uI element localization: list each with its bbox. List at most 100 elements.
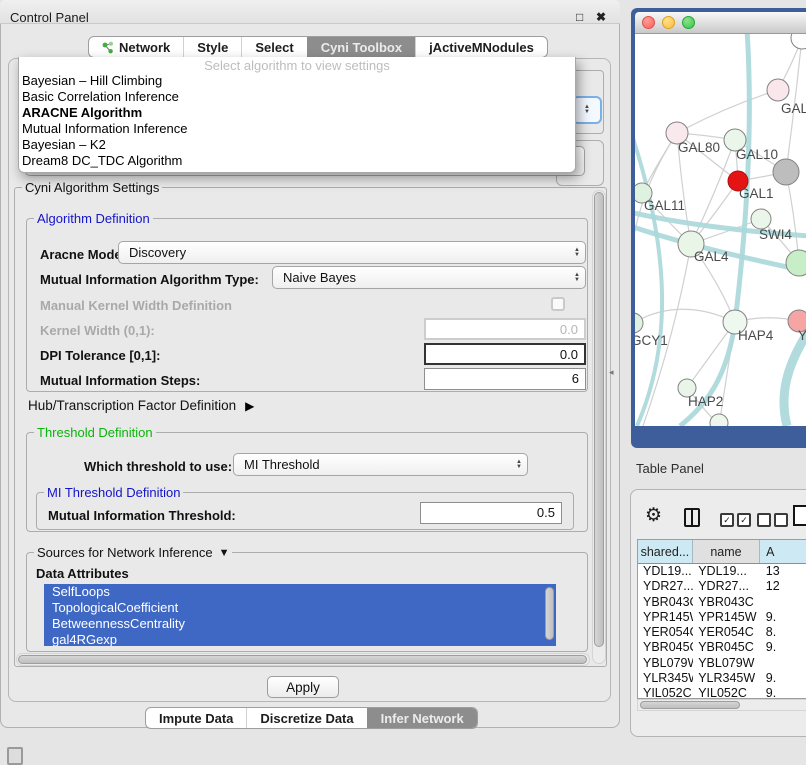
node-table: shared... name A YDL19...YDL19...13 YDR2… bbox=[637, 539, 806, 699]
tab-style[interactable]: Style bbox=[183, 37, 241, 57]
hub-definition-label: Hub/Transcription Factor Definition bbox=[28, 398, 236, 413]
dpi-tolerance-label: DPI Tolerance [0,1]: bbox=[40, 348, 160, 363]
dpi-tolerance-field[interactable]: 0.0 bbox=[424, 343, 586, 365]
kernel-width-field[interactable]: 0.0 bbox=[424, 318, 586, 340]
network-canvas[interactable]: GAL GAL80 GAL10 GAL1 GAL11 SWI4 GAL4 GCY… bbox=[635, 34, 806, 426]
menu-item-bayesian-k2[interactable]: Bayesian – K2 bbox=[19, 137, 575, 153]
menu-item-dream8[interactable]: Dream8 DC_TDC Algorithm bbox=[19, 153, 575, 169]
node-label: GAL11 bbox=[644, 198, 685, 213]
tab-discretize-data-label: Discretize Data bbox=[260, 711, 353, 726]
tab-network[interactable]: Network bbox=[89, 37, 183, 57]
deselect-all-columns-icon[interactable] bbox=[757, 513, 788, 527]
select-all-columns-icon[interactable]: ✓ ✓ bbox=[720, 513, 751, 527]
tab-discretize-data[interactable]: Discretize Data bbox=[246, 708, 366, 728]
float-window-icon[interactable]: □ bbox=[576, 11, 583, 23]
table-row[interactable]: YBL079WYBL079W bbox=[638, 656, 806, 671]
menu-item-bayesian-hill-climbing[interactable]: Bayesian – Hill Climbing bbox=[19, 73, 575, 89]
table-row[interactable]: YIL052CYIL052C9. bbox=[638, 686, 806, 699]
minimize-traffic-light[interactable] bbox=[662, 16, 675, 29]
which-threshold-value: MI Threshold bbox=[244, 457, 516, 472]
node-partial-top[interactable] bbox=[791, 34, 806, 49]
collapsed-panel-icon[interactable] bbox=[7, 747, 23, 765]
which-threshold-combobox[interactable]: MI Threshold ▲▼ bbox=[233, 453, 528, 476]
node-partial-bottom[interactable] bbox=[710, 414, 728, 426]
split-columns-icon[interactable] bbox=[684, 508, 700, 527]
node-label: GAL4 bbox=[694, 249, 729, 264]
node-label: GAL80 bbox=[678, 140, 720, 155]
column-header-name[interactable]: name bbox=[693, 540, 760, 563]
menu-item-aracne[interactable]: ARACNE Algorithm bbox=[19, 105, 575, 121]
hub-definition-expander[interactable]: Hub/Transcription Factor Definition ▶ bbox=[28, 398, 254, 413]
node-label: GAL bbox=[781, 101, 806, 116]
node-swi4[interactable] bbox=[751, 209, 771, 229]
tab-network-label: Network bbox=[119, 40, 170, 55]
combo-spinner-icon: ▲▼ bbox=[516, 460, 522, 470]
algorithm-dropdown-menu: Select algorithm to view settings Bayesi… bbox=[18, 57, 576, 173]
data-attributes-list[interactable]: SelfLoops TopologicalCoefficient Between… bbox=[44, 584, 556, 646]
network-view-titlebar bbox=[635, 12, 806, 34]
table-body: YDL19...YDL19...13 YDR27...YDR27...12 YB… bbox=[638, 564, 806, 699]
tab-cyni-toolbox-label: Cyni Toolbox bbox=[321, 40, 402, 55]
node-gal-pink[interactable] bbox=[767, 79, 789, 101]
checked-box-icon: ✓ bbox=[737, 513, 751, 527]
splitter-collapse-icon[interactable]: ◂ bbox=[609, 367, 614, 378]
table-row[interactable]: YBR043CYBR043C bbox=[638, 595, 806, 610]
network-icon bbox=[102, 41, 114, 54]
menu-item-basic-correlation[interactable]: Basic Correlation Inference bbox=[19, 89, 575, 105]
tab-impute-data-label: Impute Data bbox=[159, 711, 233, 726]
sources-legend-label: Sources for Network Inference bbox=[37, 545, 213, 560]
table-row[interactable]: YDL19...YDL19...13 bbox=[638, 564, 806, 579]
node-label: HAP2 bbox=[688, 394, 723, 409]
node-label: GCY1 bbox=[635, 333, 668, 348]
list-item-gal4rgexp[interactable]: gal4RGexp bbox=[44, 632, 556, 646]
table-row[interactable]: YPR145WYPR145W9. bbox=[638, 610, 806, 625]
gear-icon[interactable]: ⚙ bbox=[645, 506, 662, 526]
node-right-green[interactable] bbox=[786, 250, 806, 276]
node-gcy1[interactable] bbox=[635, 313, 643, 333]
mi-steps-label: Mutual Information Steps: bbox=[40, 373, 200, 388]
tab-impute-data[interactable]: Impute Data bbox=[146, 708, 246, 728]
aracne-mode-label: Aracne Mode: bbox=[40, 247, 126, 262]
list-item-selfloops[interactable]: SelfLoops bbox=[44, 584, 556, 600]
table-row[interactable]: YDR27...YDR27...12 bbox=[638, 579, 806, 594]
close-traffic-light[interactable] bbox=[642, 16, 655, 29]
manual-kernel-label: Manual Kernel Width Definition bbox=[40, 298, 232, 313]
list-item-betweennesscentrality[interactable]: BetweennessCentrality bbox=[44, 616, 556, 632]
unchecked-box-icon bbox=[774, 513, 788, 527]
sources-legend[interactable]: Sources for Network Inference ▼ bbox=[34, 545, 232, 560]
column-header-partial[interactable]: A bbox=[760, 540, 806, 563]
table-row[interactable]: YLR345WYLR345W9. bbox=[638, 671, 806, 686]
close-window-icon[interactable]: ✖ bbox=[596, 11, 606, 23]
tab-select[interactable]: Select bbox=[241, 37, 306, 57]
mi-threshold-field[interactable]: 0.5 bbox=[420, 502, 562, 524]
table-row[interactable]: YBR045CYBR045C9. bbox=[638, 640, 806, 655]
algorithm-combobox-fragment[interactable]: ▲▼ bbox=[572, 96, 602, 124]
menu-item-mutual-information[interactable]: Mutual Information Inference bbox=[19, 121, 575, 137]
table-row[interactable]: YER054CYER054C8. bbox=[638, 625, 806, 640]
attribute-list-scrollbar-thumb[interactable] bbox=[545, 587, 554, 640]
apply-button[interactable]: Apply bbox=[267, 676, 339, 698]
tab-jactivemnodules[interactable]: jActiveMNodules bbox=[415, 37, 547, 57]
node-gray[interactable] bbox=[773, 159, 799, 185]
column-header-shared-name[interactable]: shared... bbox=[638, 540, 693, 563]
zoom-traffic-light[interactable] bbox=[682, 16, 695, 29]
mi-algorithm-type-combobox[interactable]: Naive Bayes ▲▼ bbox=[272, 266, 586, 289]
tab-infer-network[interactable]: Infer Network bbox=[367, 708, 477, 728]
settings-hscrollbar-thumb[interactable] bbox=[18, 655, 587, 664]
control-panel-titlebar bbox=[0, 0, 620, 24]
checked-box-icon: ✓ bbox=[720, 513, 734, 527]
list-item-topologicalcoefficient[interactable]: TopologicalCoefficient bbox=[44, 600, 556, 616]
manual-kernel-checkbox[interactable] bbox=[551, 297, 565, 311]
data-attributes-label: Data Attributes bbox=[36, 566, 129, 581]
combo-spinner-icon: ▲▼ bbox=[574, 273, 580, 283]
mi-steps-field[interactable]: 6 bbox=[424, 368, 586, 390]
tab-cyni-toolbox[interactable]: Cyni Toolbox bbox=[307, 37, 415, 57]
node-label: SWI4 bbox=[759, 227, 792, 242]
export-table-icon[interactable] bbox=[793, 505, 806, 526]
mi-algorithm-type-value: Naive Bayes bbox=[283, 270, 574, 285]
combo-spinner-icon: ▲▼ bbox=[584, 105, 590, 115]
combo-spinner-icon: ▲▼ bbox=[574, 248, 580, 258]
table-hscrollbar-thumb[interactable] bbox=[640, 701, 740, 709]
settings-vscrollbar-thumb[interactable] bbox=[594, 192, 604, 647]
aracne-mode-combobox[interactable]: Discovery ▲▼ bbox=[118, 241, 586, 264]
